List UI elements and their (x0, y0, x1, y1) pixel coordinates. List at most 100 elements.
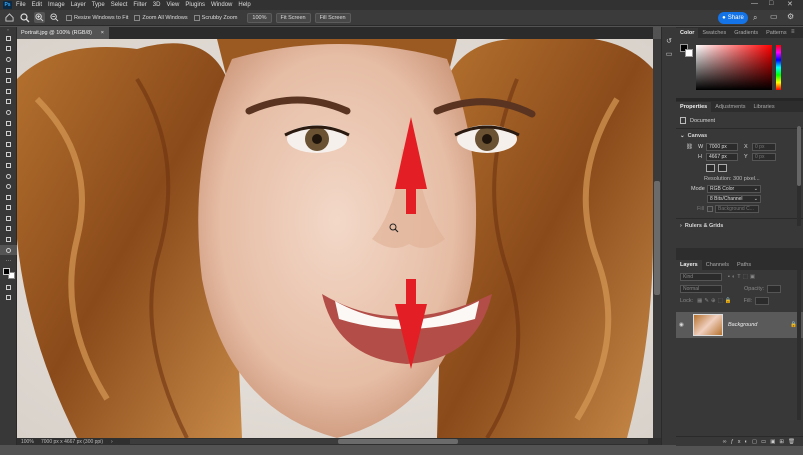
menu-file[interactable]: File (16, 2, 26, 8)
gradient-tool-icon[interactable] (0, 160, 17, 171)
history-panel-icon[interactable]: ↺ (662, 37, 676, 47)
menu-image[interactable]: Image (48, 2, 65, 8)
x-field[interactable]: 0 px (752, 143, 776, 151)
layers-footer-buttons[interactable]: ∞ƒx◐▢▭▣⊞🗑 (676, 436, 803, 446)
tab-color[interactable]: Color (676, 28, 699, 38)
visibility-eye-icon[interactable]: ◉ (679, 322, 689, 328)
width-field[interactable]: 7000 px (706, 143, 738, 151)
workspace-icon[interactable]: ▭ (770, 12, 778, 21)
layer-name[interactable]: Background (728, 322, 757, 328)
status-arrow-icon[interactable]: › (111, 439, 113, 445)
tab-libraries[interactable]: Libraries (749, 102, 778, 112)
filter-icons[interactable]: ▪◐T⬚▣ (728, 274, 757, 280)
screen-mode-icon[interactable] (0, 293, 17, 304)
menu-3d[interactable]: 3D (153, 2, 161, 8)
move-tool-icon[interactable] (0, 33, 17, 44)
eraser-tool-icon[interactable] (0, 150, 17, 161)
history-brush-icon[interactable] (0, 139, 17, 150)
zoom-tool-icon[interactable] (19, 12, 30, 23)
quick-mask-icon[interactable] (0, 282, 17, 293)
type-tool-icon[interactable] (0, 203, 17, 214)
tab-gradients[interactable]: Gradients (730, 28, 762, 38)
zoom-all-windows-checkbox[interactable]: Zoom All Windows (134, 14, 188, 21)
layer-kind-filter[interactable]: Kind (680, 273, 722, 281)
menu-view[interactable]: View (166, 2, 179, 8)
chain-link-icon[interactable]: ⛓ (686, 144, 694, 150)
tab-channels[interactable]: Channels (702, 260, 733, 270)
fit-screen-button[interactable]: Fit Screen (275, 12, 311, 23)
mode-select[interactable]: RGB Color ⌄ (707, 185, 761, 193)
hand-tool-icon[interactable] (0, 234, 17, 245)
tab-adjustments[interactable]: Adjustments (711, 102, 749, 112)
zoom-out-icon[interactable] (49, 12, 60, 23)
scrubby-zoom-checkbox[interactable]: Scrubby Zoom (193, 14, 237, 21)
panel-menu-icon[interactable]: ≡ (791, 29, 795, 35)
fill-field[interactable] (755, 297, 770, 305)
status-zoom[interactable]: 100% (21, 439, 37, 445)
y-field[interactable]: 0 px (752, 153, 776, 161)
lock-icons[interactable]: ▦✎⊕⬚🔒 (697, 298, 733, 304)
vertical-scrollbar[interactable] (653, 39, 661, 438)
menu-filter[interactable]: Filter (133, 2, 146, 8)
color-swatches[interactable] (0, 266, 16, 282)
more-tools-icon[interactable]: ··· (0, 255, 17, 266)
document-canvas[interactable] (17, 39, 653, 438)
search-icon[interactable]: ⌕ (753, 13, 757, 23)
brush-tool-icon[interactable] (0, 118, 17, 129)
color-field[interactable] (696, 45, 772, 90)
hue-slider[interactable] (776, 45, 781, 90)
settings-gear-icon[interactable]: ⚙ (787, 12, 794, 21)
menu-layer[interactable]: Layer (71, 2, 86, 8)
resize-windows-checkbox[interactable]: Resize Windows to Fit (66, 14, 128, 21)
lasso-tool-icon[interactable] (0, 54, 17, 65)
foreground-color-swatch[interactable] (3, 268, 10, 276)
home-icon[interactable] (4, 12, 15, 23)
maximize-button[interactable]: □ (769, 0, 773, 7)
tab-properties[interactable]: Properties (676, 102, 712, 112)
landscape-orientation-icon[interactable] (718, 164, 727, 172)
fill-screen-button[interactable]: Fill Screen (314, 12, 351, 23)
pen-tool-icon[interactable] (0, 192, 17, 203)
path-select-icon[interactable] (0, 213, 17, 224)
rulers-grids-section-header[interactable]: › Rulers & Grids (676, 221, 803, 231)
healing-brush-icon[interactable] (0, 107, 17, 118)
crop-tool-icon[interactable] (0, 75, 17, 86)
document-tab[interactable]: Portrait.jpg @ 100% (RGB/8) × (17, 27, 109, 39)
menu-plugins[interactable]: Plugins (185, 2, 205, 8)
menu-type[interactable]: Type (92, 2, 105, 8)
horizontal-scrollbar[interactable] (130, 439, 648, 444)
blur-tool-icon[interactable] (0, 171, 17, 182)
zoom-tool-active-icon[interactable] (0, 244, 17, 256)
opacity-field[interactable] (767, 285, 782, 293)
clone-stamp-icon[interactable] (0, 128, 17, 139)
menu-edit[interactable]: Edit (32, 2, 42, 8)
horizontal-scroll-thumb[interactable] (338, 439, 458, 444)
tab-patterns[interactable]: Patterns (762, 28, 790, 38)
frame-tool-icon[interactable] (0, 86, 17, 97)
zoom-100-button[interactable]: 100% (247, 12, 272, 23)
eyedropper-tool-icon[interactable] (0, 97, 17, 108)
layers-scrollbar[interactable] (797, 270, 801, 420)
minimize-button[interactable]: — (751, 0, 758, 7)
tab-swatches[interactable]: Swatches (698, 28, 730, 38)
bit-depth-select[interactable]: 8 Bits/Channel ⌄ (707, 195, 761, 203)
object-select-tool-icon[interactable] (0, 65, 17, 76)
background-color-chip[interactable] (685, 49, 693, 57)
zoom-in-icon[interactable] (34, 12, 45, 23)
menu-window[interactable]: Window (211, 2, 232, 8)
tab-layers[interactable]: Layers (676, 260, 702, 270)
comments-panel-icon[interactable]: ▭ (662, 50, 676, 60)
canvas-section-header[interactable]: ⌄ Canvas (676, 131, 803, 141)
dodge-tool-icon[interactable] (0, 181, 17, 192)
tab-paths[interactable]: Paths (733, 260, 755, 270)
menu-select[interactable]: Select (111, 2, 128, 8)
blend-mode-select[interactable]: Normal (680, 285, 722, 293)
shape-tool-icon[interactable] (0, 224, 17, 235)
close-tab-icon[interactable]: × (101, 30, 104, 36)
vertical-scroll-thumb[interactable] (654, 181, 660, 295)
share-button[interactable]: ● Share (718, 12, 748, 24)
menu-help[interactable]: Help (238, 2, 250, 8)
marquee-tool-icon[interactable] (0, 44, 17, 55)
height-field[interactable]: 4667 px (706, 153, 738, 161)
close-button[interactable]: ✕ (787, 0, 793, 8)
